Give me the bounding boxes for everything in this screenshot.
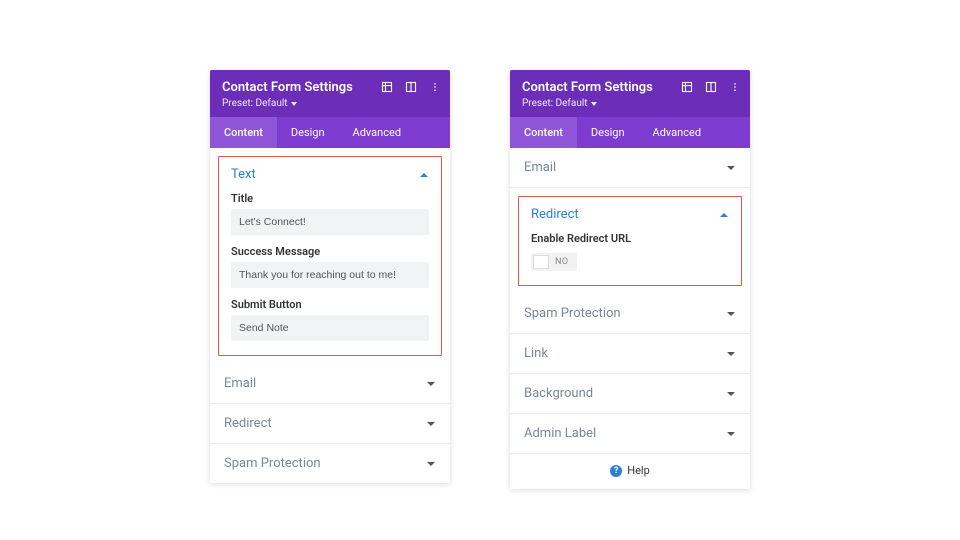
panel-body: Text Title Success Message Submit Button… (210, 156, 450, 483)
chevron-down-icon (726, 163, 736, 173)
submit-input[interactable] (231, 315, 429, 341)
success-input[interactable] (231, 262, 429, 288)
preset-label: Preset: Default (222, 98, 288, 109)
panel-header: Contact Form Settings Preset: Default (210, 70, 450, 117)
tab-advanced[interactable]: Advanced (639, 117, 715, 148)
section-label: Email (224, 376, 256, 391)
kebab-menu-icon[interactable] (428, 80, 442, 94)
tab-content[interactable]: Content (210, 117, 277, 148)
section-label: Email (524, 160, 556, 175)
caret-down-icon (591, 102, 597, 106)
tabs: Content Design Advanced (210, 117, 450, 148)
preset-label: Preset: Default (522, 98, 588, 109)
toggle-text: NO (555, 257, 569, 267)
section-email[interactable]: Email (210, 364, 450, 404)
help-label: Help (627, 464, 650, 477)
chevron-up-icon (419, 170, 429, 180)
section-heading-text[interactable]: Text (231, 167, 429, 182)
section-heading-label: Redirect (531, 207, 579, 222)
chevron-down-icon (426, 459, 436, 469)
chevron-up-icon (719, 210, 729, 220)
help-icon: ? (610, 465, 622, 477)
expand-icon[interactable] (380, 80, 394, 94)
section-link[interactable]: Link (510, 334, 750, 374)
section-redirect: Redirect Enable Redirect URL NO (519, 197, 741, 285)
panel-body: Email Redirect Enable Redirect URL NO Sp… (510, 148, 750, 489)
section-redirect[interactable]: Redirect (210, 404, 450, 444)
panel-header: Contact Form Settings Preset: Default (510, 70, 750, 117)
toggle-knob (533, 255, 549, 269)
section-label: Redirect (224, 416, 272, 431)
section-email[interactable]: Email (510, 148, 750, 188)
kebab-menu-icon[interactable] (728, 80, 742, 94)
header-icons (380, 80, 442, 94)
section-spam[interactable]: Spam Protection (510, 294, 750, 334)
section-label: Spam Protection (524, 306, 621, 321)
highlighted-section: Text Title Success Message Submit Button (218, 156, 442, 356)
chevron-down-icon (426, 419, 436, 429)
success-label: Success Message (231, 245, 429, 258)
panel-layout-icon[interactable] (704, 80, 718, 94)
section-background[interactable]: Background (510, 374, 750, 414)
expand-icon[interactable] (680, 80, 694, 94)
title-label: Title (231, 192, 429, 205)
enable-redirect-label: Enable Redirect URL (531, 232, 729, 245)
chevron-down-icon (726, 349, 736, 359)
section-heading-redirect[interactable]: Redirect (531, 207, 729, 222)
tab-design[interactable]: Design (277, 117, 339, 148)
preset-dropdown[interactable]: Preset: Default (522, 98, 738, 109)
section-heading-label: Text (231, 167, 256, 182)
title-input[interactable] (231, 209, 429, 235)
tab-content[interactable]: Content (510, 117, 577, 148)
caret-down-icon (291, 102, 297, 106)
chevron-down-icon (426, 379, 436, 389)
chevron-down-icon (726, 389, 736, 399)
chevron-down-icon (726, 309, 736, 319)
panel-layout-icon[interactable] (404, 80, 418, 94)
section-label: Link (524, 346, 548, 361)
preset-dropdown[interactable]: Preset: Default (222, 98, 438, 109)
tab-advanced[interactable]: Advanced (339, 117, 415, 148)
help-link[interactable]: ? Help (510, 454, 750, 489)
tab-design[interactable]: Design (577, 117, 639, 148)
section-label: Background (524, 386, 593, 401)
settings-panel-left: Contact Form Settings Preset: Default Co… (210, 70, 450, 483)
tabs: Content Design Advanced (510, 117, 750, 148)
section-admin-label[interactable]: Admin Label (510, 414, 750, 454)
section-spam[interactable]: Spam Protection (210, 444, 450, 483)
submit-label: Submit Button (231, 298, 429, 311)
section-label: Spam Protection (224, 456, 321, 471)
highlighted-section: Redirect Enable Redirect URL NO (518, 196, 742, 286)
header-icons (680, 80, 742, 94)
section-text: Text Title Success Message Submit Button (219, 157, 441, 355)
settings-panel-right: Contact Form Settings Preset: Default Co… (510, 70, 750, 489)
section-label: Admin Label (524, 426, 596, 441)
chevron-down-icon (726, 429, 736, 439)
enable-redirect-toggle[interactable]: NO (531, 253, 577, 271)
